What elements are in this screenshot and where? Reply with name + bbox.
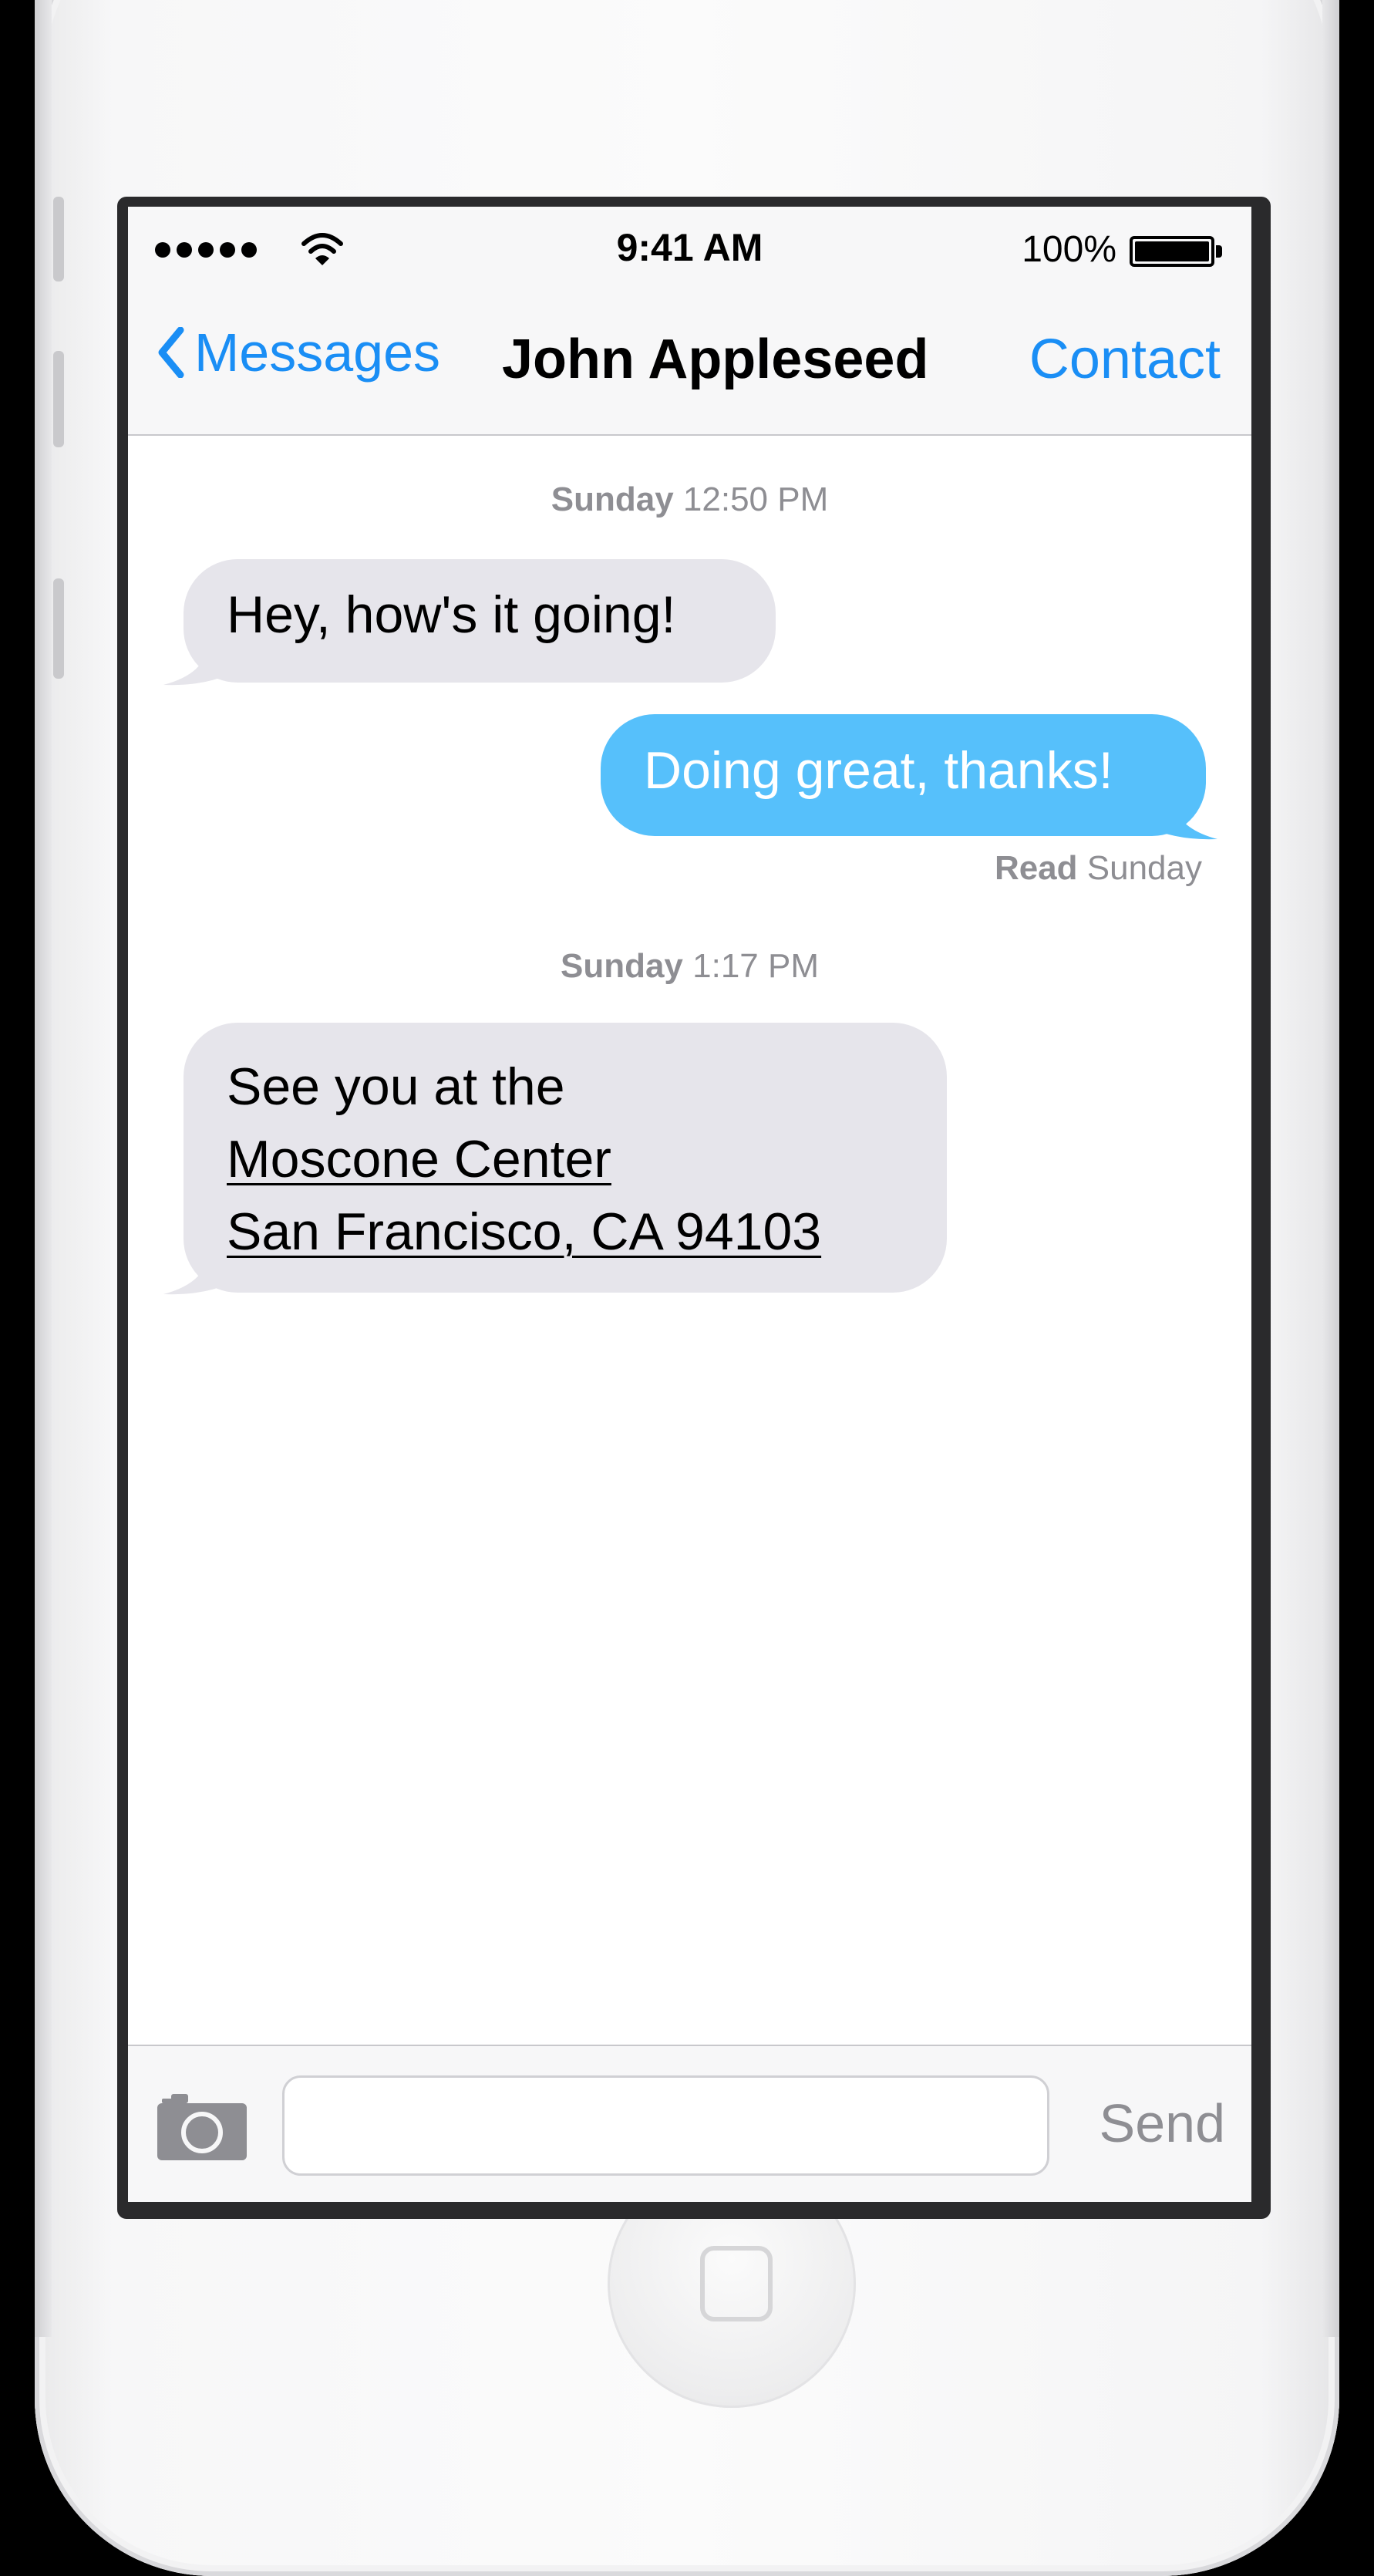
conversation-title: John Appleseed [502,329,929,390]
outgoing-message-bubble[interactable]: Doing great, thanks! [601,714,1206,836]
navigation-bar: Messages John Appleseed Contact [128,295,1251,436]
home-square-icon [700,2246,773,2321]
battery-percent: 100% [1022,229,1116,270]
timestamp-day: Sunday [560,947,683,985]
incoming-message-bubble[interactable]: See you at the Moscone Center San Franci… [184,1023,947,1293]
device-left-edge [35,0,52,2337]
address-link[interactable]: San Francisco, CA 94103 [227,1195,904,1268]
timestamp-header: Sunday 12:50 PM [128,480,1251,519]
message-input-bar: Send [128,2045,1251,2202]
chevron-left-icon [158,327,184,378]
battery-tip [1216,245,1222,258]
timestamp-time: 12:50 PM [682,480,829,518]
message-text: Hey, how's it going! [227,585,676,644]
read-day: Sunday [1086,849,1202,887]
volume-down-button [53,578,64,679]
timestamp-day: Sunday [551,480,674,518]
send-button[interactable]: Send [1100,2092,1225,2154]
camera-icon[interactable] [157,2094,250,2160]
battery-fill [1135,241,1209,261]
message-input[interactable] [282,2075,1049,2176]
back-button[interactable]: Messages [157,322,440,383]
address-link[interactable]: Moscone Center [227,1123,904,1195]
mute-switch [53,197,64,282]
message-text-line: See you at the [227,1057,565,1116]
volume-up-button [53,351,64,447]
timestamp-header: Sunday 1:17 PM [128,947,1251,986]
read-label: Read [994,849,1078,887]
timestamp-time: 1:17 PM [692,947,820,985]
incoming-message-bubble[interactable]: Hey, how's it going! [184,559,776,683]
battery-icon [1130,236,1214,267]
status-bar: 9:41 AM 100% [128,207,1251,295]
back-label: Messages [194,322,441,383]
read-receipt: Read Sunday [995,849,1202,888]
device-right-edge [1322,0,1339,2337]
message-text: Doing great, thanks! [644,741,1113,800]
contact-button[interactable]: Contact [1029,328,1221,391]
messages-screen: 9:41 AM 100% Messages John Appleseed Con… [128,207,1251,2202]
